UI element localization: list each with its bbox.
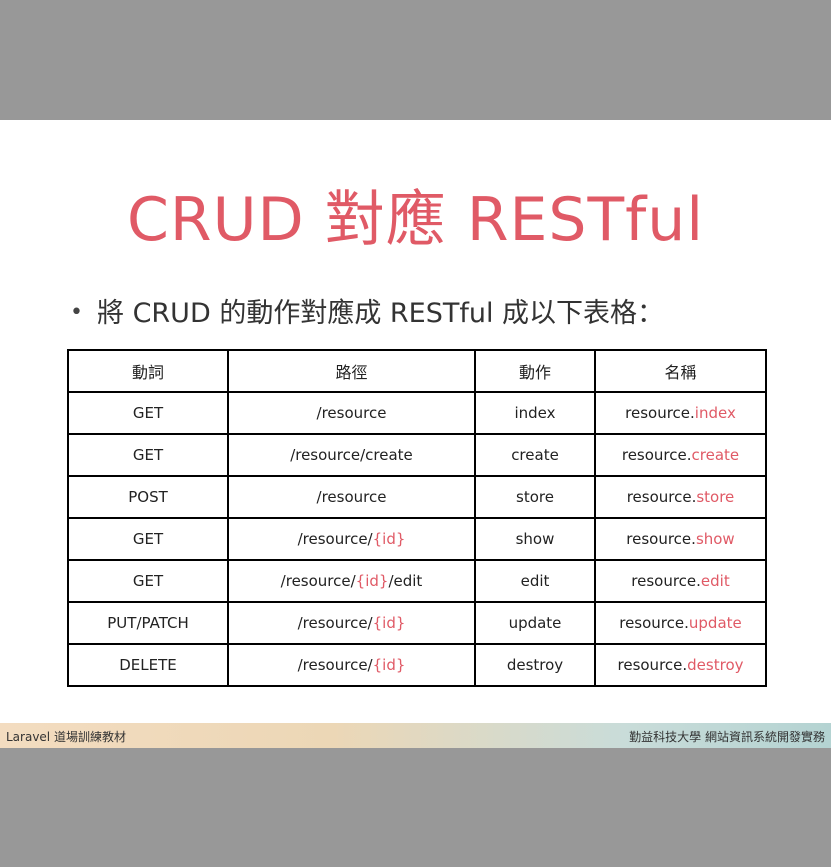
footer-school-name: 勤益科技大學 網站資訊系統開發實務 [629, 730, 825, 744]
cell-path: /resource/{id} [227, 601, 476, 645]
name-highlight: update [688, 614, 742, 632]
cell-path: /resource [227, 391, 476, 435]
table-row: GET /resource/{id}/edit edit resource.ed… [67, 559, 767, 603]
name-prefix: resource. [626, 488, 697, 506]
cell-action: edit [474, 559, 596, 603]
cell-action: update [474, 601, 596, 645]
slide: CRUD 對應 RESTful • 將 CRUD 的動作對應成 RESTful 成… [0, 120, 831, 748]
cell-path: /resource/{id} [227, 517, 476, 561]
cell-name: resource.edit [594, 559, 767, 603]
cell-action: destroy [474, 643, 596, 687]
cell-verb: PUT/PATCH [67, 601, 229, 645]
table-row: GET /resource/{id} show resource.show [67, 517, 767, 561]
crud-restful-table: 動詞 路徑 動作 名稱 GET /resource index resource… [67, 349, 767, 687]
header-path: 路徑 [227, 349, 476, 393]
bottom-letterbox [0, 748, 831, 867]
path-param: {id} [372, 656, 406, 674]
cell-verb: GET [67, 391, 229, 435]
table-row: PUT/PATCH /resource/{id} update resource… [67, 601, 767, 645]
header-action: 動作 [474, 349, 596, 393]
cell-action: create [474, 433, 596, 477]
name-prefix: resource. [621, 446, 692, 464]
name-prefix: resource. [617, 656, 688, 674]
cell-verb: GET [67, 433, 229, 477]
name-highlight: edit [700, 572, 730, 590]
table-row: POST /resource store resource.store [67, 475, 767, 519]
cell-path: /resource/{id} [227, 643, 476, 687]
name-highlight: store [696, 488, 735, 506]
slide-footer: Laravel 道場訓練教材 勤益科技大學 網站資訊系統開發實務 [0, 723, 831, 748]
table-row: DELETE /resource/{id} destroy resource.d… [67, 643, 767, 687]
name-prefix: resource. [626, 530, 696, 548]
path-param: {id} [372, 614, 406, 632]
bullet-text: 將 CRUD 的動作對應成 RESTful 成以下表格： [96, 298, 665, 329]
cell-name: resource.create [594, 433, 767, 477]
cell-name: resource.destroy [594, 643, 767, 687]
path-suffix: /edit [388, 572, 423, 590]
cell-name: resource.update [594, 601, 767, 645]
path-param: {id} [355, 572, 389, 590]
footer-course-name: Laravel 道場訓練教材 [6, 730, 126, 744]
cell-verb: DELETE [67, 643, 229, 687]
cell-action: show [474, 517, 596, 561]
bullet-point: • 將 CRUD 的動作對應成 RESTful 成以下表格： [70, 294, 664, 333]
cell-name: resource.store [594, 475, 767, 519]
name-highlight: destroy [687, 656, 744, 674]
name-prefix: resource. [625, 404, 695, 422]
cell-action: store [474, 475, 596, 519]
table-row: GET /resource index resource.index [67, 391, 767, 435]
cell-verb: POST [67, 475, 229, 519]
path-param: {id} [372, 530, 406, 548]
header-verb: 動詞 [67, 349, 229, 393]
bullet-dot-icon: • [70, 300, 83, 325]
name-highlight: index [694, 404, 736, 422]
cell-verb: GET [67, 559, 229, 603]
path-prefix: /resource/create [290, 446, 413, 464]
cell-action: index [474, 391, 596, 435]
header-name: 名稱 [594, 349, 767, 393]
cell-name: resource.show [594, 517, 767, 561]
name-prefix: resource. [619, 614, 689, 632]
cell-path: /resource/{id}/edit [227, 559, 476, 603]
path-prefix: /resource/ [297, 656, 373, 674]
cell-name: resource.index [594, 391, 767, 435]
slide-title: CRUD 對應 RESTful [126, 185, 704, 255]
path-prefix: /resource/ [297, 530, 373, 548]
cell-path: /resource [227, 475, 476, 519]
name-prefix: resource. [631, 572, 701, 590]
top-letterbox [0, 0, 831, 120]
cell-verb: GET [67, 517, 229, 561]
table-row: GET /resource/create create resource.cre… [67, 433, 767, 477]
name-highlight: create [691, 446, 740, 464]
path-prefix: /resource/ [280, 572, 356, 590]
path-prefix: /resource/ [297, 614, 373, 632]
cell-path: /resource/create [227, 433, 476, 477]
path-prefix: /resource [316, 488, 387, 506]
table-header-row: 動詞 路徑 動作 名稱 [67, 349, 767, 393]
path-prefix: /resource [316, 404, 387, 422]
name-highlight: show [695, 530, 735, 548]
